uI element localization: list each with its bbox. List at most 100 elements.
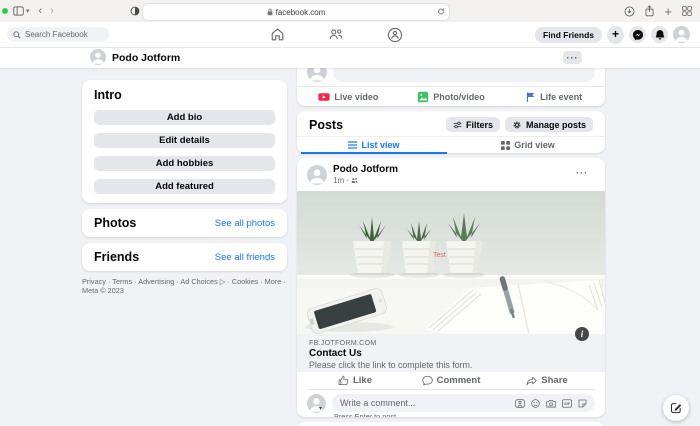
photos-card: Photos See all photos <box>82 209 287 237</box>
comment-input[interactable] <box>340 398 515 408</box>
post-meta: 1m · <box>333 176 358 185</box>
url-text: facebook.com <box>275 7 326 17</box>
link-domain: FB.JOTFORM.COM <box>309 338 377 347</box>
nav-right-cluster: Find Friends + <box>535 25 690 44</box>
friends-title: Friends <box>94 250 140 264</box>
filters-icon <box>453 121 462 129</box>
commenter-avatar[interactable] <box>307 394 326 413</box>
intro-title: Intro <box>94 88 122 102</box>
post-header: Podo Jotform 1m · ··· <box>297 158 605 191</box>
comment-button[interactable]: Comment <box>403 375 499 386</box>
camera-icon[interactable] <box>546 399 556 408</box>
profile-avatar[interactable] <box>673 26 690 43</box>
gear-icon <box>512 120 522 130</box>
new-tab-icon[interactable]: + <box>664 4 672 19</box>
post-card: Podo Jotform 1m · ··· Test i FB.JOTFORM.… <box>297 158 605 417</box>
friends-card: Friends See all friends <box>82 243 287 271</box>
search-icon <box>13 30 21 39</box>
facebook-search[interactable] <box>7 27 109 42</box>
downloads-icon[interactable] <box>624 6 635 17</box>
post-author-name[interactable]: Podo Jotform <box>333 164 398 175</box>
tab-home[interactable] <box>257 26 297 43</box>
link-attachment[interactable]: FB.JOTFORM.COM Contact Us Please click t… <box>297 334 605 372</box>
profile-bar-more-button[interactable]: ··· <box>563 51 582 64</box>
tab-list-view[interactable]: List view <box>297 137 451 154</box>
posts-title: Posts <box>309 117 344 132</box>
friends-privacy-icon <box>351 177 358 184</box>
next-post-card <box>297 422 605 426</box>
post-image[interactable]: Test i <box>297 191 605 341</box>
comment-row: ▾ GIF <box>297 390 605 417</box>
avatar-sticker-icon[interactable] <box>515 398 525 408</box>
life-event-icon <box>525 91 536 103</box>
image-overlay-text: Test <box>433 252 446 259</box>
info-icon[interactable]: i <box>575 327 589 341</box>
create-button[interactable]: + <box>607 25 624 44</box>
profile-bar-name: Podo Jotform <box>112 52 181 64</box>
messenger-button[interactable] <box>629 26 646 43</box>
lock-icon <box>267 8 273 16</box>
add-featured-button[interactable]: Add featured <box>94 179 275 194</box>
legal-footer[interactable]: Privacy · Terms · Advertising · Ad Choic… <box>82 277 287 296</box>
browser-toolbar-right: + <box>624 0 692 22</box>
list-view-icon <box>348 141 358 149</box>
live-video-button[interactable]: Live video <box>297 91 400 103</box>
main-column: Live video Photo/video Life event Posts … <box>297 56 605 426</box>
photos-title: Photos <box>94 216 137 230</box>
tab-friends[interactable] <box>316 26 356 43</box>
privacy-shield-icon[interactable] <box>130 6 140 16</box>
emoji-icon[interactable] <box>531 398 540 408</box>
avatar-chevron-icon: ▾ <box>319 406 323 412</box>
comment-input-pill[interactable]: GIF <box>332 394 595 412</box>
compose-fab-button[interactable] <box>663 395 689 421</box>
left-column: Intro Add bio Edit details Add hobbies A… <box>82 80 287 296</box>
see-all-friends-link[interactable]: See all friends <box>215 252 275 263</box>
intro-card: Intro Add bio Edit details Add hobbies A… <box>82 80 287 203</box>
back-button[interactable]: ‹ <box>39 5 43 17</box>
manage-posts-button[interactable]: Manage posts <box>504 117 593 132</box>
sidebar-chevron-icon[interactable]: ▾ <box>26 7 30 15</box>
see-all-photos-link[interactable]: See all photos <box>215 218 275 229</box>
life-event-button[interactable]: Life event <box>502 91 605 103</box>
like-button[interactable]: Like <box>307 375 403 386</box>
profile-bar-avatar[interactable] <box>90 49 106 65</box>
grid-view-icon <box>501 140 511 150</box>
photo-video-button[interactable]: Photo/video <box>400 91 503 103</box>
live-video-icon <box>318 91 330 103</box>
comment-icon <box>421 375 433 386</box>
share-icon[interactable] <box>645 5 654 17</box>
post-author-avatar[interactable] <box>307 165 327 185</box>
share-button[interactable]: Share <box>499 375 595 386</box>
tab-groups[interactable] <box>375 26 415 43</box>
edit-details-button[interactable]: Edit details <box>94 133 275 148</box>
forward-button[interactable]: › <box>50 5 54 17</box>
gif-icon[interactable]: GIF <box>562 398 572 408</box>
profile-sticky-bar: Podo Jotform ··· <box>0 47 700 68</box>
photo-video-icon <box>417 91 429 103</box>
post-actions: Like Comment Share <box>307 372 595 390</box>
sticker-icon[interactable] <box>578 399 587 408</box>
reload-icon[interactable] <box>437 6 445 17</box>
facebook-top-nav: Find Friends + <box>0 22 700 48</box>
share-arrow-icon <box>526 376 538 386</box>
notifications-button[interactable] <box>651 26 668 43</box>
composer-actions: Live video Photo/video Life event <box>297 86 605 106</box>
address-bar[interactable]: facebook.com <box>142 3 450 21</box>
search-input[interactable] <box>25 30 95 39</box>
tab-grid-view[interactable]: Grid view <box>451 137 605 153</box>
link-description: Please click the link to complete this f… <box>309 360 473 370</box>
tab-overview-icon[interactable] <box>682 6 692 16</box>
filters-button[interactable]: Filters <box>445 117 500 132</box>
link-title: Contact Us <box>309 348 362 359</box>
sidebar-toggle-icon[interactable] <box>13 6 24 16</box>
comment-hint: Press Enter to post. <box>334 412 399 417</box>
traffic-light-green[interactable] <box>2 8 8 14</box>
comment-tool-icons: GIF <box>515 398 587 408</box>
facebook-profile-page: ▾ ‹ › facebook.com + Search Facebook Fin… <box>0 0 700 426</box>
add-hobbies-button[interactable]: Add hobbies <box>94 156 275 171</box>
find-friends-button[interactable]: Find Friends <box>535 26 602 43</box>
compose-pencil-icon <box>670 402 682 414</box>
svg-text:GIF: GIF <box>564 402 571 406</box>
post-more-button[interactable]: ··· <box>571 166 593 180</box>
add-bio-button[interactable]: Add bio <box>94 110 275 125</box>
